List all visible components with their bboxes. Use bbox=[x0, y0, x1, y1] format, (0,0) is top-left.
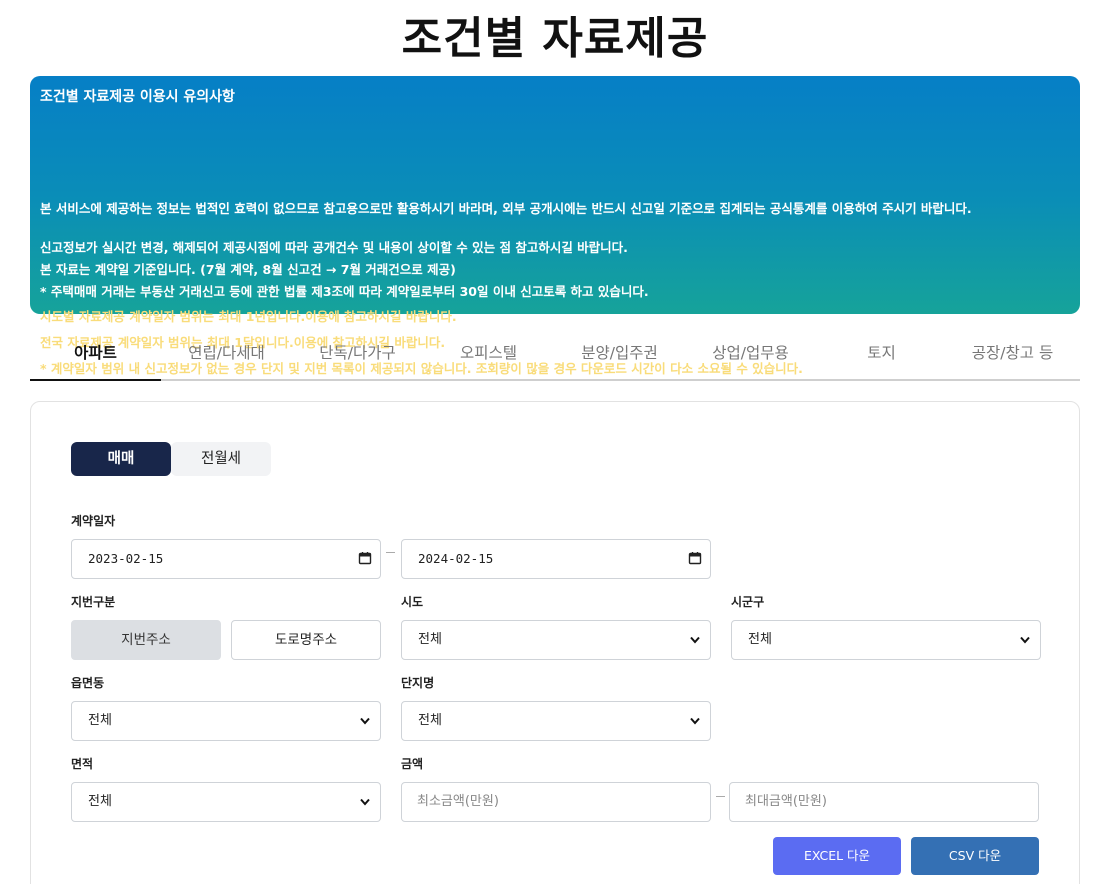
contract-date-to-input[interactable]: 2024-02-15 bbox=[401, 539, 711, 579]
csv-download-button[interactable]: CSV 다운 bbox=[911, 837, 1039, 875]
lot-address-button[interactable]: 지번주소 bbox=[71, 620, 221, 660]
excel-download-button[interactable]: EXCEL 다운 bbox=[773, 837, 901, 875]
notice-title: 조건별 자료제공 이용시 유의사항 bbox=[40, 89, 235, 105]
tab-presale-right[interactable]: 분양/입주권 bbox=[554, 330, 685, 379]
tab-factory-warehouse[interactable]: 공장/창고 등 bbox=[947, 330, 1078, 379]
area-label: 면적 bbox=[71, 757, 94, 771]
amount-label: 금액 bbox=[401, 757, 424, 771]
contract-date-from-input[interactable]: 2023-02-15 bbox=[71, 539, 381, 579]
road-address-button[interactable]: 도로명주소 bbox=[231, 620, 381, 660]
complex-label: 단지명 bbox=[401, 676, 435, 690]
eupmyeondong-select[interactable]: 전체 bbox=[71, 701, 381, 741]
calendar-icon[interactable] bbox=[688, 551, 702, 565]
chevron-down-icon bbox=[360, 717, 370, 725]
chevron-down-icon bbox=[690, 717, 700, 725]
tab-apartment[interactable]: 아파트 bbox=[30, 330, 161, 381]
tab-row-house[interactable]: 연립/다세대 bbox=[161, 330, 292, 379]
complex-select[interactable]: 전체 bbox=[401, 701, 711, 741]
property-type-tabs: 아파트 연립/다세대 단독/다가구 오피스텔 분양/입주권 상업/업무용 토지 … bbox=[30, 330, 1080, 381]
amount-max-input[interactable]: 최대금액(만원) bbox=[729, 782, 1039, 822]
notice-line: 신고정보가 실시간 변경, 해제되어 제공시점에 따라 공개건수 및 내용이 상… bbox=[40, 240, 628, 255]
eupmyeondong-label: 읍면동 bbox=[71, 676, 105, 690]
search-panel: 매매 전월세 계약일자 2023-02-15 2024-02-15 지번구분 시… bbox=[30, 401, 1080, 884]
area-select[interactable]: 전체 bbox=[71, 782, 381, 822]
trade-sale-button[interactable]: 매매 bbox=[71, 442, 171, 476]
notice-box: 조건별 자료제공 이용시 유의사항 본 서비스에 제공하는 정보는 법적인 효력… bbox=[30, 76, 1080, 376]
amount-max-placeholder: 최대금액(만원) bbox=[745, 794, 827, 809]
date-range-dash bbox=[386, 552, 395, 553]
calendar-icon[interactable] bbox=[358, 551, 372, 565]
chevron-down-icon bbox=[360, 798, 370, 806]
notice-line: 본 서비스에 제공하는 정보는 법적인 효력이 없으므로 참고용으로만 활용하시… bbox=[40, 201, 972, 216]
chevron-down-icon bbox=[1020, 636, 1030, 644]
page-title: 조건별 자료제공 bbox=[401, 13, 709, 64]
sigungu-value: 전체 bbox=[748, 632, 772, 647]
sido-label: 시도 bbox=[401, 595, 424, 609]
tab-commercial[interactable]: 상업/업무용 bbox=[685, 330, 816, 379]
date-to-value: 2024-02-15 bbox=[418, 551, 494, 566]
eupmyeondong-value: 전체 bbox=[88, 713, 112, 728]
amount-range-dash bbox=[716, 796, 725, 797]
lot-type-label: 지번구분 bbox=[71, 595, 116, 609]
tab-land[interactable]: 토지 bbox=[816, 330, 947, 379]
chevron-down-icon bbox=[690, 636, 700, 644]
area-value: 전체 bbox=[88, 794, 112, 809]
tab-officetel[interactable]: 오피스텔 bbox=[423, 330, 554, 379]
sigungu-label: 시군구 bbox=[731, 595, 765, 609]
contract-date-label: 계약일자 bbox=[71, 514, 116, 528]
sido-select[interactable]: 전체 bbox=[401, 620, 711, 660]
notice-highlight-line: 시도별 자료제공 계약일자 범위는 최대 1년입니다.이용에 참고하시길 바랍니… bbox=[40, 309, 457, 324]
tab-detached-house[interactable]: 단독/다가구 bbox=[292, 330, 423, 379]
complex-value: 전체 bbox=[418, 713, 442, 728]
date-from-value: 2023-02-15 bbox=[88, 551, 164, 566]
notice-line: * 주택매매 거래는 부동산 거래신고 등에 관한 법률 제3조에 따라 계약일… bbox=[40, 284, 649, 299]
sigungu-select[interactable]: 전체 bbox=[731, 620, 1041, 660]
sido-value: 전체 bbox=[418, 632, 442, 647]
trade-lease-button[interactable]: 전월세 bbox=[171, 442, 271, 476]
notice-line: 본 자료는 계약일 기준입니다. (7월 계약, 8월 신고건 → 7월 거래건… bbox=[40, 262, 456, 277]
amount-min-placeholder: 최소금액(만원) bbox=[417, 794, 499, 809]
amount-min-input[interactable]: 최소금액(만원) bbox=[401, 782, 711, 822]
